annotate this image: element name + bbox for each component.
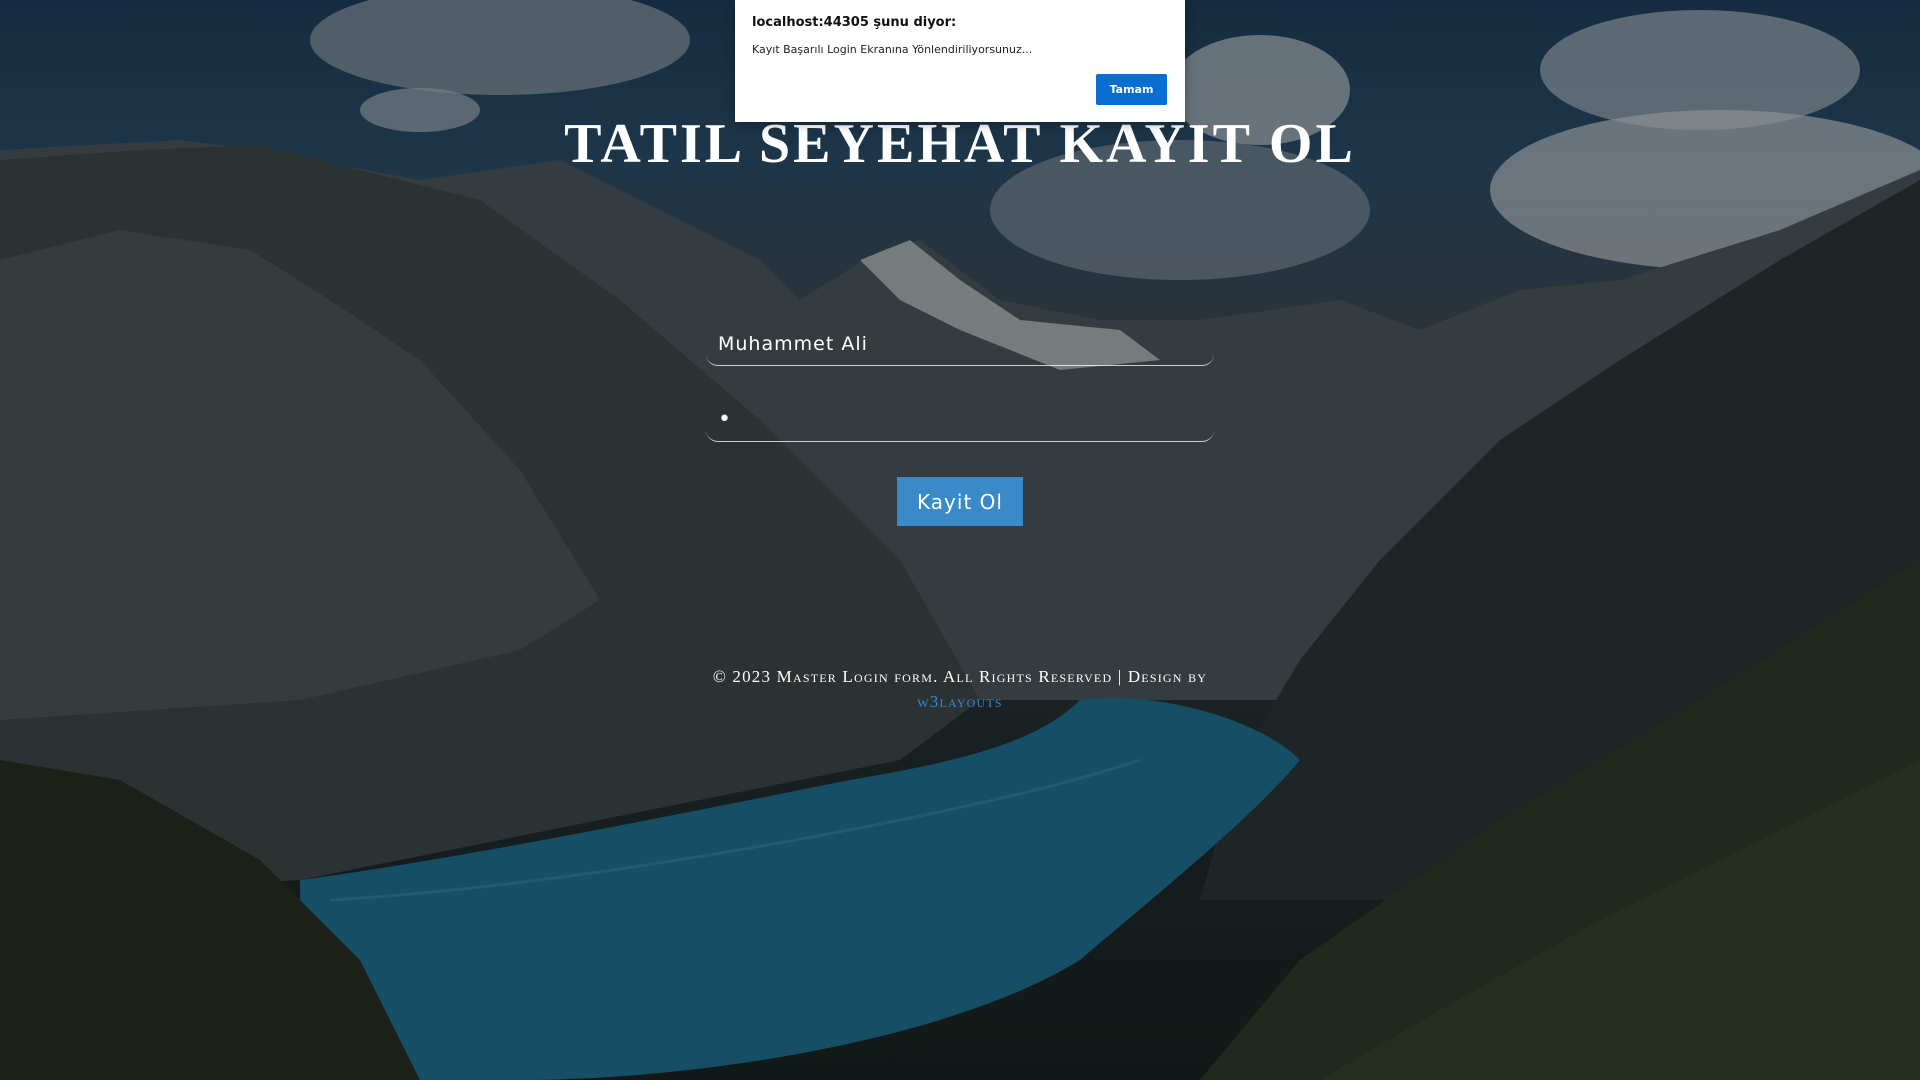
password-input[interactable] [706, 398, 1214, 442]
name-input[interactable] [706, 322, 1214, 366]
register-button[interactable]: Kayit Ol [897, 477, 1023, 526]
footer-copyright: © 2023 Master Login form. All Rights Res… [712, 667, 1208, 686]
dialog-ok-button[interactable]: Tamam [1096, 74, 1167, 105]
footer-link-w3layouts[interactable]: w3layouts [0, 689, 1920, 714]
dialog-message: Kayıt Başarılı Login Ekranına Yönlendiri… [752, 43, 1033, 56]
footer: © 2023 Master Login form. All Rights Res… [0, 664, 1920, 714]
alert-dialog: localhost:44305 şunu diyor: Kayıt Başarı… [735, 0, 1185, 122]
dialog-title: localhost:44305 şunu diyor: [752, 15, 957, 30]
